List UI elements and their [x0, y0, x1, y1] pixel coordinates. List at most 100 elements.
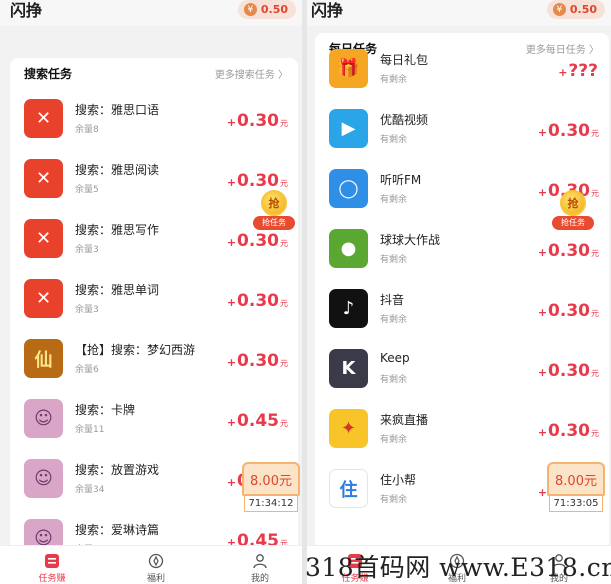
red-packet-timer: 71:33:05	[549, 496, 603, 512]
reward-plus: +	[226, 236, 237, 249]
reward-amount: 0.30	[237, 111, 279, 131]
app-title: 闪挣	[311, 1, 344, 20]
laifeng-icon: ✦	[329, 409, 368, 448]
coin-value: 0.50	[260, 3, 288, 16]
task-remaining: 余量34	[75, 485, 105, 495]
reward-plus: +	[537, 486, 548, 499]
task-reward: +0.30元	[227, 171, 288, 191]
task-remaining: 有剩余	[380, 375, 408, 385]
task-remaining: 有剩余	[380, 75, 408, 85]
task-list-item[interactable]: K Keep 有剩余 +0.30 元	[315, 349, 609, 409]
ielts-app-icon: ✕	[24, 159, 63, 198]
task-name: 【抢】搜索：梦幻西游	[75, 343, 196, 357]
ielts-app-icon: ✕	[24, 219, 63, 258]
tab-profile[interactable]: 我的	[230, 546, 290, 584]
reward-unit: 元	[280, 179, 288, 188]
task-name: 搜索：爱琳诗篇	[75, 523, 160, 537]
grab-task-button[interactable]: 抢 抢任务	[552, 190, 594, 236]
task-name: 住小帮	[380, 473, 417, 487]
ielts-app-icon: ✕	[24, 99, 63, 138]
task-list-item[interactable]: ✕ 搜索：雅思单词 余量3 +0.30 元	[10, 279, 298, 339]
task-name: 来疯直播	[380, 413, 429, 427]
coin-balance[interactable]: ¥ 0.50	[546, 0, 605, 19]
gift-icon: 🎁	[329, 49, 368, 88]
reward-plus: +	[226, 116, 237, 129]
tab-tasks[interactable]: 任务赚	[22, 546, 82, 584]
screenshot-root: 闪挣 ¥ 0.50 搜索任务 更多搜索任务 〉 ✕ 搜索：雅思口语 余量8 +0.30…	[0, 0, 611, 584]
reward-unit: 元	[280, 359, 288, 368]
task-name: 搜索：雅思单词	[75, 283, 160, 297]
reward-amount: 0.30	[237, 171, 279, 191]
reward-plus: +	[226, 356, 237, 369]
task-list-item[interactable]: ♪ 抖音 有剩余 +0.30 元	[315, 289, 609, 349]
task-name: 搜索：卡牌	[75, 403, 136, 417]
task-list-item[interactable]: ☺ 搜索：卡牌 余量11 +0.45 元	[10, 399, 298, 459]
reward-amount: 0.30	[548, 361, 590, 381]
reward-unit: 元	[591, 309, 599, 318]
task-list-item[interactable]: 🎁 每日礼包有剩余 +???	[315, 49, 609, 109]
coin-icon: ¥	[552, 3, 566, 16]
task-remaining: 余量6	[75, 365, 99, 375]
task-remaining: 有剩余	[380, 315, 408, 325]
reward-unit: 元	[280, 299, 288, 308]
task-list-item[interactable]: ● 球球大作战 有剩余 +0.30 元	[315, 229, 609, 289]
task-reward: +0.30元	[227, 111, 288, 131]
tab-label: 我的	[250, 574, 269, 584]
task-list-item[interactable]: ✦ 来疯直播 有剩余 +0.30 元	[315, 409, 609, 469]
grab-coin-icon: 抢	[261, 190, 287, 216]
site-watermark: 318首码网 www.E318.cn	[305, 553, 611, 582]
reward-plus: +	[537, 366, 548, 379]
ielts-app-icon: ✕	[24, 279, 63, 318]
task-list-item[interactable]: 仙【抢】搜索：梦幻西游 余量6 +0.30 元	[10, 339, 298, 399]
section-title: 搜索任务	[24, 67, 73, 81]
zhuxiaobang-icon: 住	[329, 469, 368, 508]
task-remaining: 有剩余	[380, 435, 408, 445]
coin-icon: ¥	[243, 3, 257, 16]
red-packet-button[interactable]: 8.00元 71:33:05	[547, 462, 605, 516]
task-reward: +0.30元	[538, 241, 599, 261]
red-packet-amount: 8.00元	[242, 462, 300, 496]
task-name: 球球大作战	[380, 233, 441, 247]
anime-girl-icon: ☺	[24, 399, 63, 438]
tab-label: 福利	[146, 574, 165, 584]
task-list-item[interactable]: ▶ 优酷视频 有剩余 +0.30 元	[315, 109, 609, 169]
tingting-fm-icon: ◯	[329, 169, 368, 208]
bottom-tab-bar: 任务赚 福利 我的	[0, 545, 302, 584]
tab-welfare[interactable]: 福利	[126, 546, 186, 584]
task-remaining: 有剩余	[380, 495, 408, 505]
reward-amount: 0.30	[548, 121, 590, 141]
reward-unit: 元	[591, 129, 599, 138]
task-remaining: 有剩余	[380, 195, 408, 205]
game-app-icon: 仙	[24, 339, 63, 378]
red-packet-timer: 71:34:12	[244, 496, 298, 512]
task-name: 搜索：雅思口语	[75, 103, 160, 117]
task-list-item[interactable]: ✕ 搜索：雅思口语 余量8 +0.30 元	[10, 99, 298, 159]
more-search-tasks-link[interactable]: 更多搜索任务 〉	[215, 66, 288, 81]
grab-task-label: 抢任务	[552, 216, 594, 230]
reward-plus: +	[537, 306, 548, 319]
task-name: 每日礼包	[380, 53, 429, 67]
top-bar: 闪挣 ¥ 0.50	[307, 0, 611, 26]
reward-plus: +	[226, 296, 237, 309]
welfare-icon	[148, 553, 164, 569]
anime-girl-icon: ☺	[24, 459, 63, 498]
task-reward: +0.30元	[227, 291, 288, 311]
coin-balance[interactable]: ¥ 0.50	[237, 0, 296, 19]
reward-amount: 0.30	[237, 291, 279, 311]
reward-plus: +	[537, 426, 548, 439]
task-name: Keep	[380, 351, 410, 365]
task-icon	[45, 554, 59, 568]
reward-amount: 0.30	[548, 241, 590, 261]
task-remaining: 有剩余	[380, 135, 408, 145]
task-reward: +0.45 元	[227, 411, 288, 431]
task-reward: +???	[558, 61, 599, 81]
grab-task-button[interactable]: 抢 抢任务	[253, 190, 295, 236]
profile-icon	[253, 554, 267, 569]
red-packet-button[interactable]: 8.00元 71:34:12	[242, 462, 300, 516]
reward-plus: +	[226, 176, 237, 189]
ball-game-icon: ●	[329, 229, 368, 268]
red-packet-amount: 8.00元	[547, 462, 605, 496]
left-screen: 闪挣 ¥ 0.50 搜索任务 更多搜索任务 〉 ✕ 搜索：雅思口语 余量8 +0.30…	[0, 0, 302, 584]
reward-plus: +	[558, 66, 568, 79]
task-remaining: 余量3	[75, 245, 99, 255]
